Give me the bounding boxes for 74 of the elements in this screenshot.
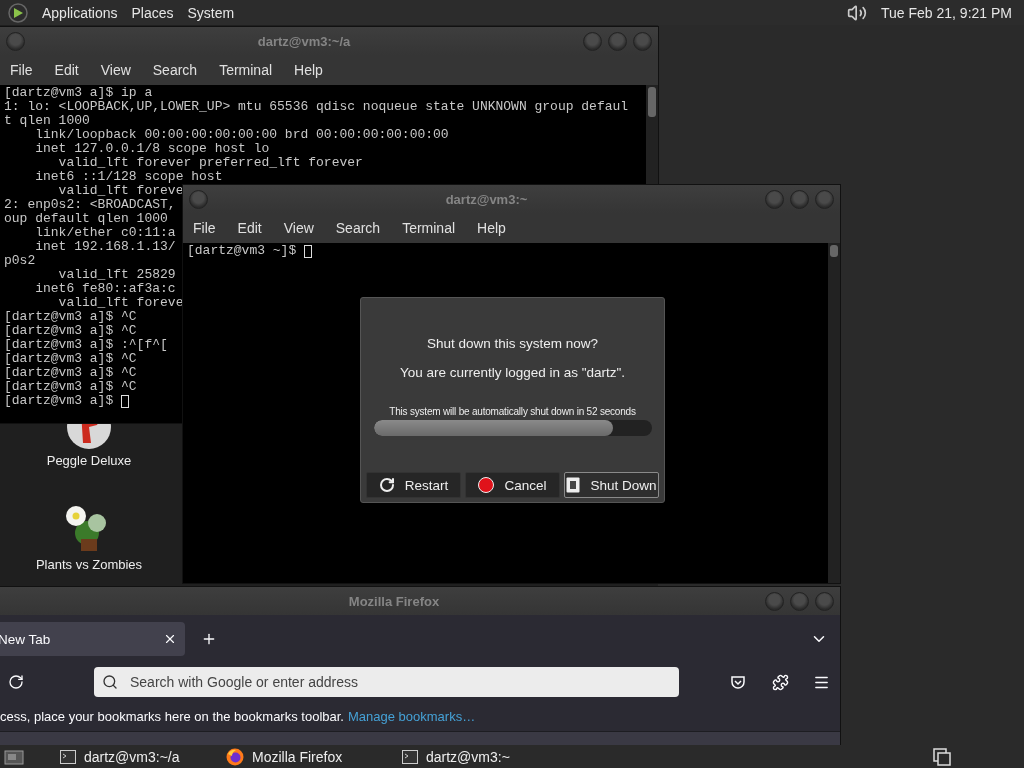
- menu-item[interactable]: Terminal: [219, 62, 283, 78]
- terminal-line: inet 192.168.1.13/: [35, 240, 176, 254]
- window-title: Mozilla Firefox: [347, 593, 441, 609]
- menu-item[interactable]: Edit: [237, 220, 272, 236]
- terminal-line: 2: enp0s2: <BROADCAST,: [4, 198, 176, 212]
- clock[interactable]: Tue Feb 21, 9:21 PM: [881, 4, 1012, 21]
- terminal-line: p0s2: [4, 254, 36, 268]
- terminal-line: [dartz@vm3 a]$ ip a: [4, 86, 153, 100]
- panel-menu[interactable]: System: [187, 4, 235, 21]
- menu-item[interactable]: Search: [335, 220, 391, 236]
- terminal-line: inet6 ::1/128 scope host: [34, 170, 223, 184]
- taskbar-item[interactable]: dartz@vm3:~/a: [30, 748, 190, 765]
- workspace-switcher-icon[interactable]: [932, 746, 952, 767]
- menu-item[interactable]: View: [100, 62, 141, 78]
- terminal-line: 1: lo: <LOOPBACK,UP,LOWER_UP> mtu 65536 qdisc noqueue state UNKNOWN group defaul: [4, 100, 629, 114]
- shield-icon[interactable]: [730, 674, 746, 690]
- dialog-button[interactable]: Cancel: [465, 472, 560, 498]
- taskbar-item[interactable]: Mozilla Firefox: [196, 747, 366, 766]
- address-bar[interactable]: Search with Google or enter address: [94, 667, 679, 697]
- terminal-line: [dartz@vm3 a]$ ^C: [4, 310, 137, 324]
- close-icon[interactable]: [163, 632, 177, 646]
- panel-menu[interactable]: Applications: [42, 4, 118, 21]
- menu-item[interactable]: File: [10, 62, 43, 78]
- terminal-line: [dartz@vm3 a]$ ^C: [4, 366, 137, 380]
- taskbar-item[interactable]: dartz@vm3:~: [372, 748, 532, 765]
- terminal-line: inet 127.0.0.1/8 scope host lo: [34, 142, 270, 156]
- browser-icon: [226, 747, 244, 766]
- terminal-line: [dartz@vm3 a]$: [4, 394, 115, 408]
- terminal-line: [dartz@vm3 a]$ ^C: [4, 380, 137, 394]
- terminal-line: [dartz@vm3 a]$ ^C: [4, 352, 137, 366]
- dialog-button[interactable]: Restart: [366, 472, 461, 498]
- terminal-line: valid_lft foreve: [57, 296, 184, 310]
- window-title: dartz@vm3:~/a: [256, 33, 352, 49]
- dialog-button[interactable]: Shut Down: [564, 472, 659, 498]
- menu-item[interactable]: View: [283, 220, 324, 236]
- desktop-icon-label[interactable]: Plants vs Zombies: [35, 557, 143, 572]
- speaker-icon[interactable]: [847, 2, 867, 23]
- menu-item[interactable]: Help: [294, 62, 333, 78]
- restart-icon: [378, 477, 395, 493]
- window-title: dartz@vm3:~: [444, 191, 529, 207]
- menu-item[interactable]: Terminal: [402, 220, 466, 236]
- play-logo-icon[interactable]: [8, 2, 28, 23]
- countdown-text: This system will be automatically shut down in 52 seconds: [389, 406, 636, 417]
- terminal-line: inet6 fe80::af3a:c: [34, 282, 176, 296]
- terminal-line: oup default qlen 1000: [4, 212, 168, 226]
- reload-icon[interactable]: [8, 674, 24, 690]
- bookmarks-hint: cess, place your bookmarks here on the bookmarks toolbar.: [0, 708, 344, 724]
- show-desktop-icon[interactable]: [4, 747, 24, 766]
- terminal-line: valid_lft foreve: [57, 184, 184, 198]
- menu-item[interactable]: Edit: [54, 62, 89, 78]
- menu-item[interactable]: Help: [477, 220, 516, 236]
- dialog-message: You are currently logged in as "dartz".: [399, 365, 626, 380]
- panel-menu[interactable]: Places: [131, 4, 174, 21]
- terminal-line: valid_lft forever preferred_lft forever: [57, 156, 363, 170]
- menu-item[interactable]: Search: [152, 62, 208, 78]
- terminal-line: link/ether c0:11:a: [34, 226, 176, 240]
- search-icon: [102, 674, 118, 690]
- manage-bookmarks-link[interactable]: Manage bookmarks…: [347, 708, 476, 724]
- power-switch-icon: [566, 477, 581, 493]
- terminal-line: [dartz@vm3 a]$ :^[f^[: [4, 338, 168, 352]
- terminal-line: t qlen 1000: [4, 114, 90, 128]
- terminal-line: [dartz@vm3 a]$ ^C: [4, 324, 137, 338]
- desktop-icon-label[interactable]: Peggle Deluxe: [46, 453, 132, 468]
- plus-icon[interactable]: [201, 631, 217, 647]
- terminal-line: link/loopback 00:00:00:00:00:00 brd 00:00:00:00:00:00: [34, 128, 449, 142]
- terminal-line: [dartz@vm3 ~]$: [187, 244, 298, 258]
- terminal-icon: [402, 749, 418, 764]
- scrollbar[interactable]: [828, 243, 840, 583]
- stop-icon: [478, 477, 495, 493]
- terminal-line: valid_lft 25829: [57, 268, 176, 282]
- dialog-title: Shut down this system now?: [426, 336, 599, 351]
- terminal-icon: [60, 749, 76, 764]
- puzzle-icon[interactable]: [772, 673, 789, 691]
- menu-item[interactable]: File: [193, 220, 226, 236]
